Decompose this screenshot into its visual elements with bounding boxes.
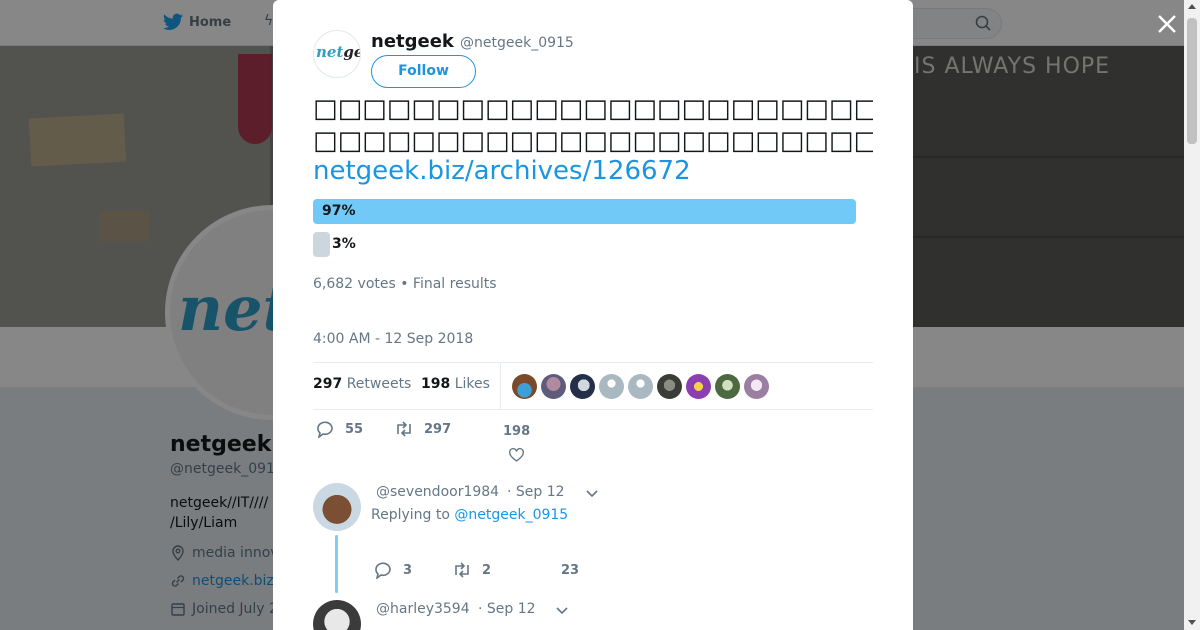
follow-button[interactable]: Follow <box>371 55 476 88</box>
liker-avatar[interactable] <box>512 374 537 399</box>
reply-avatar[interactable] <box>313 483 361 531</box>
replying-to: Replying to @netgeek_0915 <box>371 507 568 523</box>
like-button[interactable]: 23 <box>561 563 579 578</box>
scroll-down-arrow-icon[interactable] <box>1188 620 1196 625</box>
retweet-icon <box>397 421 411 437</box>
liker-avatar[interactable] <box>570 374 595 399</box>
liker-avatar[interactable] <box>657 374 682 399</box>
reply-handle[interactable]: @sevendoor1984 <box>376 484 499 500</box>
tweet-link[interactable]: netgeek.biz/archives/126672 <box>313 156 691 186</box>
scroll-up-arrow-icon[interactable] <box>1188 4 1196 9</box>
thread-connector-line <box>335 535 338 593</box>
reply-count: 55 <box>345 421 364 437</box>
reply-tweet[interactable]: @harley3594 · Sep 12 <box>313 600 873 630</box>
author-handle[interactable]: @netgeek_0915 <box>460 35 574 51</box>
retweets-label: Retweets <box>346 376 412 392</box>
reply-handle[interactable]: @harley3594 <box>376 601 470 617</box>
tweet-timestamp[interactable]: 4:00 AM - 12 Sep 2018 <box>313 331 473 347</box>
tweet-modal: netgeek netgeek @netgeek_0915 Follow □□□… <box>273 0 913 630</box>
liker-avatar[interactable] <box>599 374 624 399</box>
tweet-stats: 297 Retweets 198 Likes <box>313 362 873 410</box>
tweet-text-line: □□□□□□□□□□□□□□□□□□□□□□□□□□□□□□□□□□ <box>313 126 873 156</box>
retweet-button[interactable]: 2 <box>452 561 491 579</box>
reply-icon <box>317 421 333 438</box>
author-avatar[interactable]: netgeek <box>313 30 361 78</box>
reply-time[interactable]: · Sep 12 <box>478 601 536 617</box>
retweet-icon <box>455 562 469 578</box>
liker-avatar[interactable] <box>628 374 653 399</box>
tweet-actions: 55 297 198 <box>313 420 873 462</box>
reply-button[interactable]: 55 <box>315 420 363 438</box>
tweet-text: □□□□□□□□□□□□□□□□□□□□□□□ □□□□□□□□□□□□□□□□… <box>313 93 873 157</box>
reply-tweet[interactable]: @sevendoor1984 · Sep 12 Replying to @net… <box>313 483 873 593</box>
like-count: 198 <box>503 424 531 439</box>
poll-percentage: 97% <box>322 203 356 219</box>
heart-icon <box>509 447 525 462</box>
liker-avatar[interactable] <box>744 374 769 399</box>
replying-to-link[interactable]: @netgeek_0915 <box>454 507 568 523</box>
reply-button[interactable]: 3 <box>373 561 412 579</box>
liker-avatar[interactable] <box>686 374 711 399</box>
retweets-stat[interactable]: 297 Retweets <box>313 376 411 392</box>
retweet-button[interactable]: 297 <box>394 420 451 438</box>
liker-avatar[interactable] <box>541 374 566 399</box>
chevron-down-icon[interactable] <box>555 604 569 618</box>
author-name[interactable]: netgeek <box>371 31 454 52</box>
liker-avatar[interactable] <box>715 374 740 399</box>
like-button[interactable]: 198 <box>503 424 530 463</box>
likes-label: Likes <box>454 376 490 392</box>
likes-stat[interactable]: 198 Likes <box>421 376 490 392</box>
reply-avatar[interactable] <box>313 600 361 630</box>
poll-bar <box>313 232 330 257</box>
poll-option: 97% <box>313 199 856 224</box>
like-count: 23 <box>561 563 580 578</box>
tweet-text-line: □□□□□□□□□□□□□□□□□□□□□□□ <box>313 94 873 124</box>
replying-to-prefix: Replying to <box>371 507 450 523</box>
reply-count: 3 <box>403 562 413 578</box>
retweet-count: 2 <box>482 562 492 578</box>
page-scrollbar[interactable] <box>1184 0 1200 630</box>
poll-percentage: 3% <box>332 236 356 252</box>
poll-bar <box>313 199 856 224</box>
poll-results-meta: 6,682 votes • Final results <box>313 276 497 292</box>
retweet-count: 297 <box>424 421 452 437</box>
reply-icon <box>375 562 391 579</box>
retweets-count: 297 <box>313 376 343 392</box>
reply-time[interactable]: · Sep 12 <box>507 484 565 500</box>
close-icon[interactable] <box>1155 12 1179 36</box>
chevron-down-icon[interactable] <box>585 487 599 501</box>
stats-divider <box>500 363 501 409</box>
likes-count: 198 <box>421 376 451 392</box>
scrollbar-thumb[interactable] <box>1187 18 1197 144</box>
poll-option: 3% <box>313 232 856 257</box>
reply-actions: 3 2 23 <box>371 561 671 581</box>
